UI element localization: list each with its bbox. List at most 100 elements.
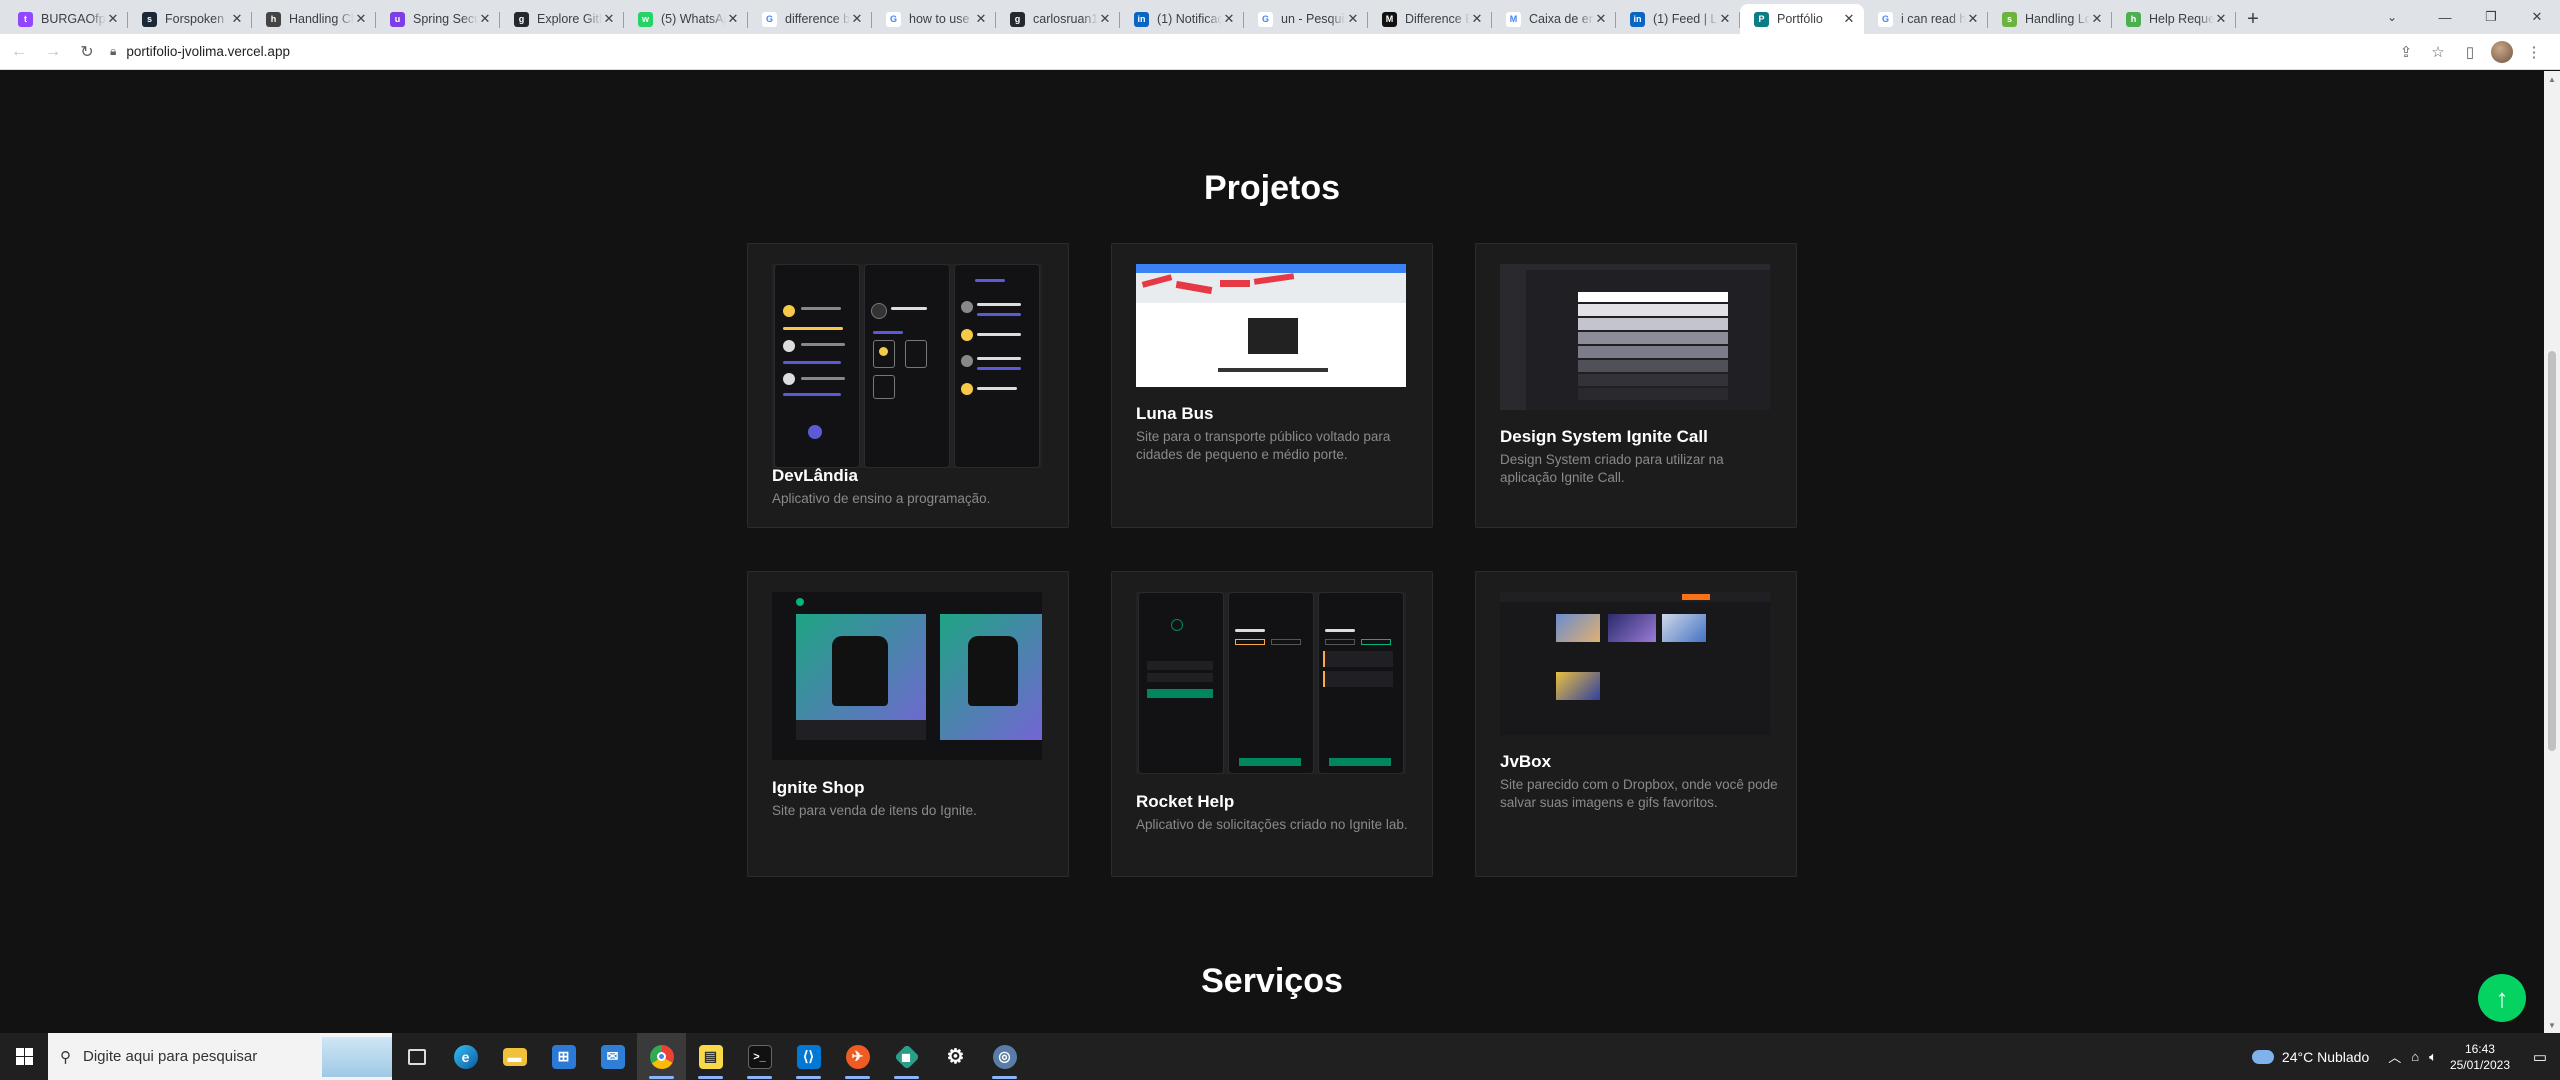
project-description: Aplicativo de solicitações criado no Ign… (1136, 817, 1408, 832)
jvbox-screenshot (1500, 592, 1770, 735)
bookmark-star-icon[interactable]: ☆ (2422, 43, 2454, 61)
tab-close-icon[interactable]: ✕ (726, 11, 740, 27)
project-card-design-system[interactable]: Design System Ignite Call Design System … (1475, 243, 1797, 528)
chevron-up-icon[interactable]: ︿ (2388, 1047, 2401, 1066)
clock[interactable]: 16:43 25/01/2023 (2450, 1041, 2510, 1073)
reload-icon[interactable]: ↻ (72, 37, 102, 67)
browser-tab[interactable]: g Explore GitH ✕ (500, 4, 624, 34)
sidebar-icon[interactable]: ▯ (2454, 43, 2486, 61)
tab-close-icon[interactable]: ✕ (354, 11, 368, 27)
browser-tab[interactable]: in (1) Feed | Li ✕ (1616, 4, 1740, 34)
browser-tab[interactable]: h Handling Cl ✕ (252, 4, 376, 34)
tab-close-icon[interactable]: ✕ (850, 11, 864, 27)
close-window-icon[interactable]: ✕ (2514, 0, 2560, 34)
tab-close-icon[interactable]: ✕ (1346, 11, 1360, 27)
system-tray: 24°C Nublado ︿ ⌂ 🔈︎ 16:43 25/01/2023 ▭ (2251, 1033, 2560, 1080)
page-scrollbar[interactable]: ▲ ▼ (2544, 71, 2560, 1033)
tab-close-icon[interactable]: ✕ (602, 11, 616, 27)
share-icon[interactable]: ⇪ (2390, 43, 2422, 61)
tab-close-icon[interactable]: ✕ (230, 11, 244, 27)
minimize-icon[interactable]: — (2422, 0, 2468, 34)
project-card-luna-bus[interactable]: Luna Bus Site para o transporte público … (1111, 243, 1433, 528)
project-name: Rocket Help (1136, 792, 1235, 811)
tab-favicon-icon: M (1506, 11, 1521, 27)
browser-tab[interactable]: u Spring Secu ✕ (376, 4, 500, 34)
tab-title: Portfólio (1777, 12, 1823, 26)
forward-icon[interactable]: → (38, 37, 68, 67)
taskbar-search-box[interactable]: ⚲ Digite aqui para pesquisar (48, 1033, 392, 1080)
edge-browser-icon[interactable]: e (441, 1033, 490, 1080)
tab-title: (1) Notificaç (1157, 12, 1222, 26)
back-icon[interactable]: ← (4, 37, 34, 67)
scrollbar-thumb[interactable] (2548, 351, 2556, 751)
browser-tab[interactable]: Gdifference b ✕ (748, 4, 872, 34)
tab-close-icon[interactable]: ✕ (1594, 11, 1608, 27)
microsoft-store-icon[interactable]: ⊞ (539, 1033, 588, 1080)
browser-tab[interactable]: Gun - Pesquis ✕ (1244, 4, 1368, 34)
address-bar[interactable]: 🔒︎ portifolio-jvolima.vercel.app (110, 38, 2390, 66)
settings-gear-icon[interactable]: ⚙ (931, 1033, 980, 1080)
terminal-icon[interactable]: >_ (735, 1033, 784, 1080)
start-button[interactable] (0, 1033, 48, 1080)
url-text: portifolio-jvolima.vercel.app (126, 44, 290, 59)
notifications-icon[interactable]: ▭ (2520, 1048, 2560, 1066)
tab-favicon-icon: s (142, 11, 157, 27)
browser-tab[interactable]: M Difference B ✕ (1368, 4, 1492, 34)
scroll-to-top-button[interactable]: ↑ (2478, 974, 2526, 1022)
file-explorer-icon[interactable]: ▬ (490, 1033, 539, 1080)
browser-tab[interactable]: h Help Reque ✕ (2112, 4, 2236, 34)
tab-close-icon[interactable]: ✕ (2214, 11, 2228, 27)
git-client-icon[interactable]: ◆ (882, 1033, 931, 1080)
task-view-icon[interactable] (392, 1033, 441, 1080)
project-card-devlandia[interactable]: DevLândia Aplicativo de ensino a program… (747, 243, 1069, 528)
scroll-down-arrow-icon[interactable]: ▼ (2544, 1017, 2560, 1033)
tab-close-icon[interactable]: ✕ (1718, 11, 1732, 27)
page-viewport: Projetos DevLândia Aplicativo de ensino … (0, 71, 2544, 1033)
browser-tab[interactable]: Ghow to use ✕ (872, 4, 996, 34)
tab-close-icon[interactable]: ✕ (1222, 11, 1236, 27)
tab-close-icon[interactable]: ✕ (1470, 11, 1484, 27)
browser-tab[interactable]: in (1) Notificaç ✕ (1120, 4, 1244, 34)
tab-close-icon[interactable]: ✕ (478, 11, 492, 27)
project-card-rocket-help[interactable]: Rocket Help Aplicativo de solicitações c… (1111, 571, 1433, 877)
tab-favicon-icon: G (1878, 11, 1893, 27)
new-tab-button[interactable]: + (2236, 4, 2270, 34)
profile-avatar[interactable] (2486, 40, 2518, 63)
tab-close-icon[interactable]: ✕ (2090, 11, 2104, 27)
project-card-jvbox[interactable]: JvBox Site parecido com o Dropbox, onde … (1475, 571, 1797, 877)
chrome-icon[interactable] (637, 1033, 686, 1080)
mail-icon[interactable]: ✉ (588, 1033, 637, 1080)
browser-tab[interactable]: t BURGAOfpo ✕ (4, 4, 128, 34)
volume-icon[interactable]: 🔈︎ (2429, 1049, 2437, 1065)
scroll-up-arrow-icon[interactable]: ▲ (2544, 71, 2560, 87)
tab-close-icon[interactable]: ✕ (1098, 11, 1112, 27)
browser-tab[interactable]: P Portfólio ✕ (1740, 4, 1864, 34)
app-icon[interactable]: ◎ (980, 1033, 1029, 1080)
tab-close-icon[interactable]: ✕ (1966, 11, 1980, 27)
tab-close-icon[interactable]: ✕ (1842, 11, 1856, 27)
tab-close-icon[interactable]: ✕ (974, 11, 988, 27)
weather-widget[interactable]: 24°C Nublado (2251, 1049, 2369, 1065)
project-name: DevLândia (772, 466, 858, 485)
tab-close-icon[interactable]: ✕ (106, 11, 120, 27)
sticky-notes-icon[interactable]: ▤ (686, 1033, 735, 1080)
restore-icon[interactable]: ❐ (2468, 0, 2514, 34)
services-section-title: Serviços (1201, 962, 1343, 1000)
vscode-icon[interactable]: ⟨⟩ (784, 1033, 833, 1080)
postman-icon[interactable]: ✈ (833, 1033, 882, 1080)
project-card-ignite-shop[interactable]: Ignite Shop Site para venda de itens do … (747, 571, 1069, 877)
browser-tab[interactable]: g carlosruan1 ✕ (996, 4, 1120, 34)
tab-favicon-icon: s (2002, 11, 2017, 27)
browser-tab[interactable]: s Forspoken ✕ (128, 4, 252, 34)
browser-tab[interactable]: w (5) WhatsAp ✕ (624, 4, 748, 34)
cloud-icon (2251, 1049, 2274, 1064)
browser-tab[interactable]: s Handling Lo ✕ (1988, 4, 2112, 34)
network-icon[interactable]: ⌂ (2411, 1049, 2419, 1064)
tab-favicon-icon: g (1010, 11, 1025, 27)
tab-favicon-icon: in (1134, 11, 1149, 27)
tab-search-icon[interactable]: ⌄ (2372, 0, 2412, 34)
menu-kebab-icon[interactable]: ⋮ (2518, 43, 2550, 61)
browser-tab[interactable]: Gi can read h ✕ (1864, 4, 1988, 34)
tab-title: Handling Cl (289, 12, 354, 26)
browser-tab[interactable]: M Caixa de en ✕ (1492, 4, 1616, 34)
